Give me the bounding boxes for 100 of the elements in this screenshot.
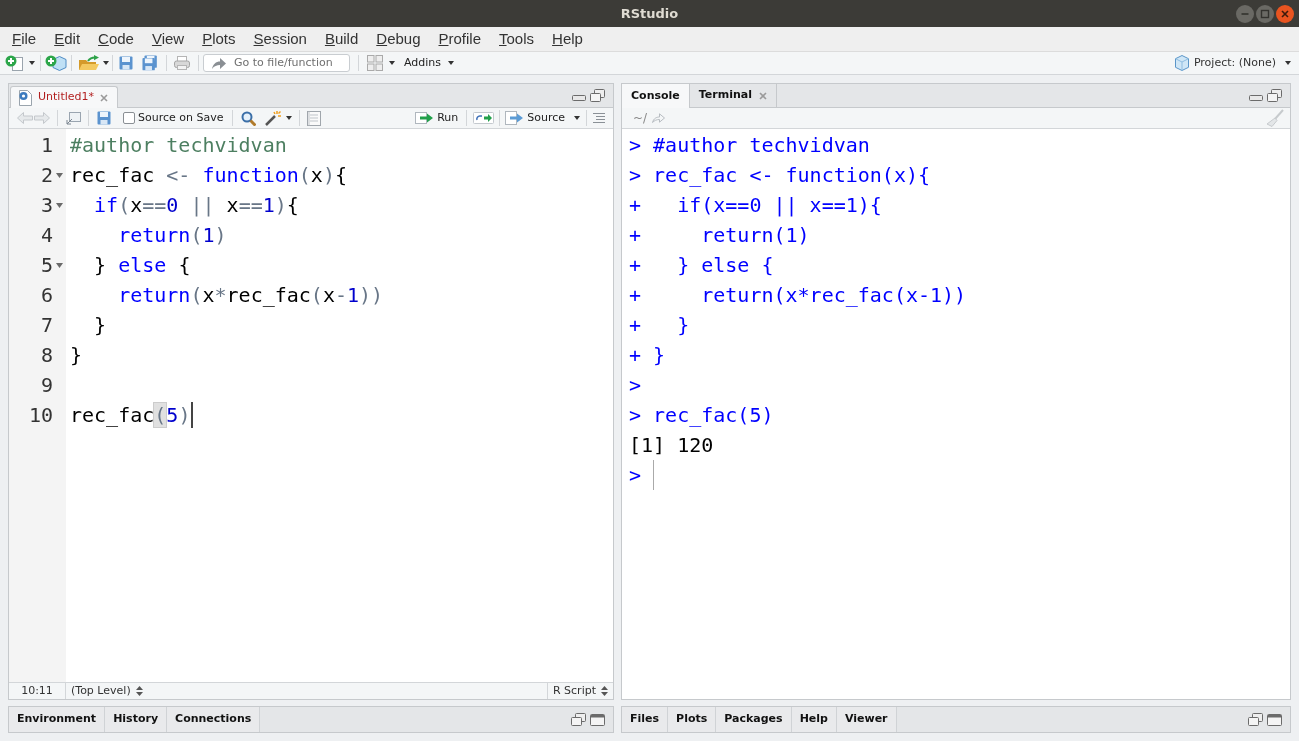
console-prompt: + — [629, 282, 643, 309]
maximize-icon[interactable] — [1267, 713, 1282, 726]
code-line: } else { — [94, 252, 191, 279]
console-output: [1] 120 — [629, 432, 714, 459]
console-prompt: + — [629, 222, 643, 249]
menu-item[interactable]: File — [12, 27, 37, 51]
checkbox[interactable] — [123, 112, 135, 124]
minimize-icon[interactable] — [1249, 95, 1263, 101]
console-command: return(x*rec_fac(x-1)) — [701, 282, 967, 309]
menu-item[interactable]: Session — [253, 27, 307, 51]
console-command: return(1) — [701, 222, 810, 249]
restore-icon[interactable] — [1248, 713, 1263, 726]
caret-icon[interactable] — [286, 116, 293, 120]
pane-tab[interactable]: Plots — [668, 707, 717, 732]
caret-icon[interactable] — [103, 61, 109, 65]
file-type-dropdown[interactable]: R Script — [546, 683, 613, 699]
new-file-icon[interactable] — [5, 55, 23, 71]
notebook-icon[interactable] — [307, 110, 322, 126]
menu-item[interactable]: Tools — [499, 27, 535, 51]
pane-tab[interactable]: Environment — [9, 707, 106, 732]
pane-tab[interactable]: Packages — [716, 707, 792, 732]
project-menu[interactable]: Project: (None) — [1174, 54, 1291, 72]
menu-item[interactable]: Profile — [438, 27, 482, 51]
console-prompt: + — [629, 192, 643, 219]
scope-dropdown[interactable]: (Top Level) — [66, 683, 143, 699]
new-project-icon[interactable] — [45, 55, 67, 71]
r-document-icon — [18, 89, 32, 106]
close-icon[interactable] — [100, 93, 108, 102]
close-icon[interactable] — [759, 91, 767, 100]
fold-arrow-icon[interactable] — [56, 262, 63, 268]
menu-item[interactable]: View — [151, 27, 185, 51]
console-prompt: > — [629, 132, 643, 159]
console-prompt: + — [629, 342, 643, 369]
line-number: 4 — [39, 222, 53, 249]
code-line: } — [94, 312, 107, 339]
cube-icon — [1174, 55, 1189, 71]
restore-icon[interactable] — [1267, 89, 1282, 102]
console-command: if(x==0 || x==1){ — [677, 192, 882, 219]
up-down-arrows-icon — [601, 686, 608, 696]
line-number: 1 — [39, 132, 53, 159]
run-button[interactable]: Run — [415, 109, 459, 127]
console-command: rec_fac <- function(x){ — [653, 162, 931, 189]
menu-item[interactable]: Build — [324, 27, 359, 51]
menu-item[interactable]: Help — [552, 27, 583, 51]
floppy-disks-icon[interactable] — [142, 55, 158, 71]
close-icon[interactable] — [1276, 4, 1294, 23]
printer-icon[interactable] — [174, 56, 190, 70]
console-prompt: + — [629, 312, 643, 339]
source-on-save-label: Source on Save — [138, 109, 224, 126]
line-number: 5 — [39, 252, 53, 279]
code-line: if(x==0 || x==1){ — [94, 192, 299, 219]
addins-button[interactable]: Addins — [404, 54, 455, 72]
share-arrow-icon[interactable] — [652, 113, 666, 123]
console-command: #author techvidvan — [653, 132, 870, 159]
code-line: return(x*rec_fac(x-1)) — [118, 282, 384, 309]
line-number: 10 — [27, 402, 53, 429]
pane-tab[interactable]: Viewer — [836, 707, 897, 732]
pane-tab[interactable]: Help — [791, 707, 837, 732]
caret-icon[interactable] — [29, 61, 35, 65]
console-prompt: > — [629, 462, 643, 489]
menu-item[interactable]: Plots — [202, 27, 236, 51]
popout-window-icon[interactable] — [66, 111, 81, 125]
caret-icon — [448, 61, 455, 65]
console-prompt: + — [629, 252, 643, 279]
code-line: } — [70, 342, 83, 369]
caret-icon[interactable] — [389, 61, 395, 65]
go-to-file-field[interactable]: Go to file/function — [203, 54, 350, 72]
fold-arrow-icon[interactable] — [56, 202, 63, 208]
pane-tab[interactable]: Console — [622, 84, 690, 108]
up-down-arrows-icon — [135, 686, 143, 696]
menu-item[interactable]: Code — [98, 27, 134, 51]
outline-lines-icon[interactable] — [593, 113, 605, 123]
window-title: RStudio — [620, 4, 679, 23]
source-button[interactable]: Source — [505, 109, 565, 127]
caret-icon — [1285, 61, 1291, 65]
pane-tab[interactable]: Connections — [167, 707, 261, 732]
console-prompt: > — [629, 402, 643, 429]
line-number: 8 — [39, 342, 53, 369]
line-number: 2 — [39, 162, 53, 189]
console-prompt: > — [629, 162, 643, 189]
menu-item[interactable]: Edit — [54, 27, 81, 51]
search-icon[interactable] — [241, 110, 257, 126]
pane-grid-icon[interactable] — [367, 55, 383, 71]
menu-item[interactable]: Debug — [376, 27, 421, 51]
maximize-icon[interactable] — [590, 713, 605, 726]
caret-icon[interactable] — [574, 116, 580, 120]
editor-tab[interactable]: Untitled1* — [10, 86, 118, 108]
minimize-icon[interactable] — [1236, 4, 1254, 23]
pane-tab[interactable]: Files — [622, 707, 669, 732]
fold-arrow-icon[interactable] — [56, 172, 63, 178]
code-line: rec_fac(5) — [70, 402, 191, 429]
console-command: rec_fac(5) — [653, 402, 774, 429]
restore-icon[interactable] — [590, 89, 605, 102]
pane-tab[interactable]: History — [105, 707, 168, 732]
rerun-arrows-icon[interactable] — [473, 112, 495, 124]
maximize-icon[interactable] — [1256, 4, 1274, 23]
console-command: } — [677, 312, 690, 339]
minimize-icon[interactable] — [572, 95, 586, 101]
magic-wand-icon[interactable] — [265, 110, 282, 126]
restore-icon[interactable] — [571, 713, 586, 726]
